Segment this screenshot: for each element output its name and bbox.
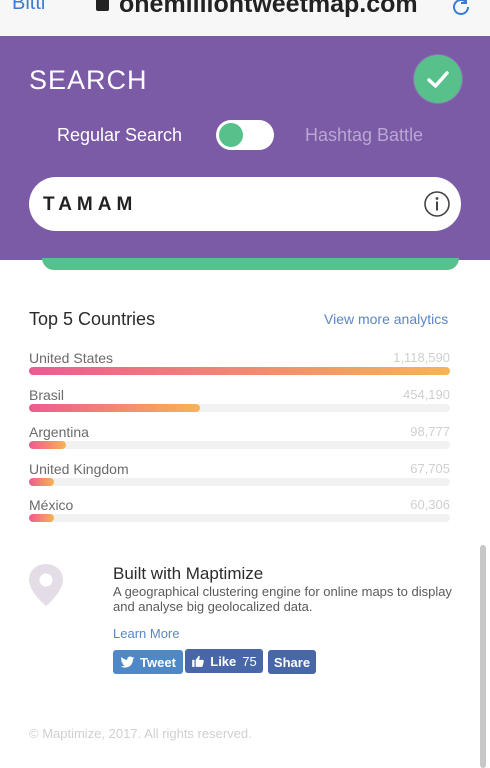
maptimize-title: Built with Maptimize [113,564,264,583]
go-button-edge[interactable] [42,258,459,270]
country-row: Argentina 98,777 [29,424,450,454]
like-button[interactable]: Like 75 [185,649,263,673]
tweet-label: Tweet [140,654,176,670]
search-mode-toggle[interactable] [216,120,274,150]
country-bar-fill [29,514,55,522]
country-row: Brasil 454,190 [29,387,450,417]
country-name: México [29,497,74,513]
regular-search-label[interactable]: Regular Search [57,125,182,146]
address-bar[interactable]: onemilliontweetmap.com [96,0,418,19]
search-box [29,177,461,231]
country-bar-track [29,514,450,522]
country-name: United States [29,350,114,366]
country-count: 98,777 [410,424,450,439]
country-bar-track [29,478,450,486]
like-label: Like [210,653,237,669]
country-bar-track [29,441,450,449]
thumbs-up-icon [191,654,205,668]
country-bar-track [29,404,450,412]
done-button[interactable]: Bitti [12,0,45,15]
browser-toolbar: Bitti onemilliontweetmap.com [0,0,490,36]
country-row: United States 1,118,590 [29,350,450,380]
country-bar-fill [29,404,200,412]
search-panel: SEARCH Regular Search Hashtag Battle [0,36,490,260]
toggle-knob [219,123,243,147]
country-name: United Kingdom [29,461,129,477]
hashtag-battle-label[interactable]: Hashtag Battle [305,125,423,146]
scrollbar[interactable] [480,545,486,768]
share-label: Share [273,654,311,670]
confirm-button[interactable] [414,55,462,103]
reload-icon[interactable] [450,0,472,18]
country-bar-fill [29,367,450,375]
tweet-button[interactable]: Tweet [113,650,183,674]
country-count: 60,306 [410,497,450,512]
country-bar-fill [29,441,67,449]
view-more-analytics-link[interactable]: View more analytics [324,311,448,327]
country-bar-track [29,367,450,375]
info-icon[interactable] [423,190,451,218]
learn-more-link[interactable]: Learn More [113,626,179,641]
copyright-footer: © Maptimize, 2017. All rights reserved. [29,726,252,741]
checkmark-icon [427,71,449,88]
country-count: 1,118,590 [393,350,450,365]
search-title: SEARCH [29,65,148,95]
share-button[interactable]: Share [268,650,316,674]
twitter-bird-icon [120,655,135,669]
country-name: Argentina [29,424,89,440]
country-bar-fill [29,478,55,486]
url-text: onemilliontweetmap.com [119,0,418,18]
country-row: México 60,306 [29,497,450,527]
search-input[interactable] [41,189,405,221]
country-row: United Kingdom 67,705 [29,461,450,491]
like-count: 75 [242,653,257,669]
country-count: 454,190 [403,387,450,402]
country-count: 67,705 [410,461,450,476]
country-name: Brasil [29,387,65,403]
lock-icon [96,0,109,12]
map-pin-icon [29,564,63,606]
maptimize-description: A geographical clustering engine for onl… [113,584,452,614]
countries-title: Top 5 Countries [29,309,156,329]
